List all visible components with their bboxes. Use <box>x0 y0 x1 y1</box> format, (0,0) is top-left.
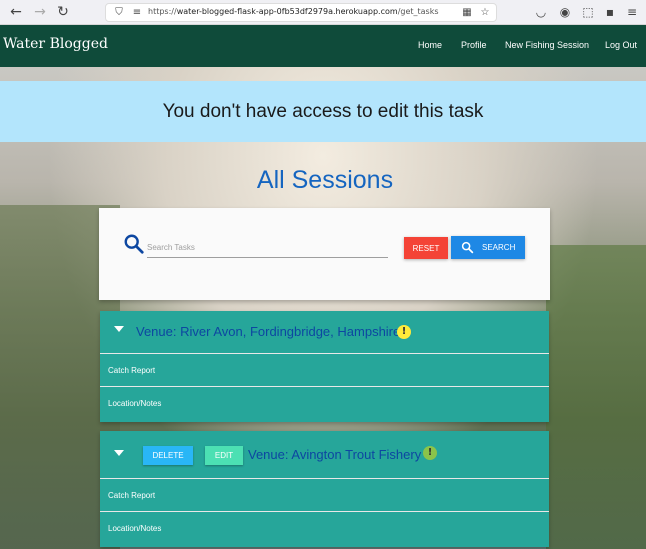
exclamation-icon: ! <box>423 446 437 460</box>
menu-icon[interactable]: ≡ <box>624 4 640 20</box>
edit-button[interactable]: EDIT <box>205 446 243 465</box>
search-button-label: SEARCH <box>482 243 516 252</box>
pocket-icon[interactable]: ◡ <box>533 4 549 20</box>
search-card: RESET SEARCH <box>99 208 550 300</box>
navbar: Water Blogged Home Profile New Fishing S… <box>0 25 646 67</box>
url-text[interactable]: https://water-blogged-flask-app-0fb53df2… <box>148 7 439 16</box>
qr-code-icon[interactable]: ▦ <box>460 6 474 20</box>
session-header[interactable]: DELETE EDIT Venue: Avington Trout Fisher… <box>100 431 549 479</box>
reset-button[interactable]: RESET <box>404 237 448 259</box>
page-title: All Sessions <box>256 166 394 194</box>
account-icon[interactable]: ◉ <box>557 4 573 20</box>
nav-home[interactable]: Home <box>418 40 442 50</box>
delete-button[interactable]: DELETE <box>143 446 193 465</box>
extensions-icon[interactable]: ⬚ <box>580 4 596 20</box>
apps-icon[interactable]: ▪ <box>602 4 618 20</box>
page-info-icon[interactable]: ≡ <box>130 6 144 20</box>
session-card: Venue: River Avon, Fordingbridge, Hampsh… <box>100 311 549 422</box>
page-background: Water Blogged Home Profile New Fishing S… <box>0 25 646 549</box>
forward-arrow-icon[interactable]: → <box>32 4 48 20</box>
browser-toolbar: ← → ↻ ⛉ ≡ https://water-blogged-flask-ap… <box>0 0 646 25</box>
brand-logo[interactable]: Water Blogged <box>3 36 108 52</box>
location-notes-row[interactable]: Location/Notes <box>100 388 549 420</box>
session-header[interactable]: Venue: River Avon, Fordingbridge, Hampsh… <box>100 311 549 354</box>
nav-log-out[interactable]: Log Out <box>605 40 637 50</box>
row-label: Location/Notes <box>108 399 162 408</box>
row-label: Catch Report <box>108 366 156 375</box>
session-card: DELETE EDIT Venue: Avington Trout Fisher… <box>100 431 549 547</box>
session-venue: Venue: River Avon, Fordingbridge, Hampsh… <box>136 324 401 339</box>
location-notes-row[interactable]: Location/Notes <box>100 513 549 545</box>
bookmark-star-icon[interactable]: ☆ <box>478 6 492 20</box>
session-venue: Venue: Avington Trout Fishery <box>248 447 422 462</box>
address-bar[interactable]: ⛉ ≡ https://water-blogged-flask-app-0fb5… <box>105 3 497 22</box>
flash-message-text: You don't have access to edit this task <box>162 101 484 122</box>
exclamation-icon: ! <box>397 325 411 339</box>
background-trees <box>546 245 646 549</box>
row-label: Catch Report <box>108 491 156 500</box>
caret-down-icon[interactable] <box>114 450 124 456</box>
back-arrow-icon[interactable]: ← <box>8 4 24 20</box>
row-label: Location/Notes <box>108 524 162 533</box>
shield-icon[interactable]: ⛉ <box>112 6 126 20</box>
nav-profile[interactable]: Profile <box>461 40 487 50</box>
search-icon <box>461 241 474 254</box>
search-input[interactable] <box>147 238 388 258</box>
caret-down-icon[interactable] <box>114 326 124 332</box>
catch-report-row[interactable]: Catch Report <box>100 480 549 512</box>
nav-new-fishing-session[interactable]: New Fishing Session <box>505 40 589 50</box>
catch-report-row[interactable]: Catch Report <box>100 355 549 387</box>
search-button[interactable]: SEARCH <box>451 236 525 259</box>
reload-icon[interactable]: ↻ <box>55 4 71 20</box>
search-icon <box>124 234 144 254</box>
flash-message: You don't have access to edit this task <box>0 81 646 142</box>
